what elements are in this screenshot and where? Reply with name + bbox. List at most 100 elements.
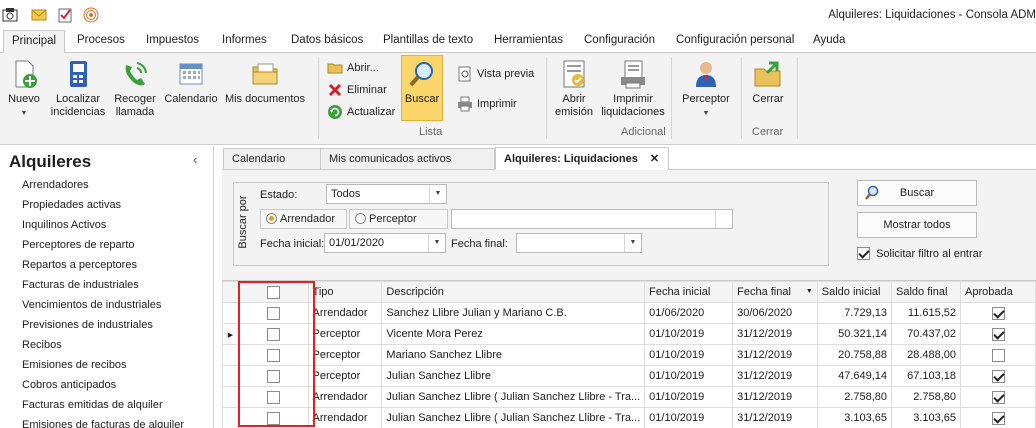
tab-datos-basicos[interactable]: Datos básicos	[291, 34, 363, 46]
aprobada-checkbox[interactable]	[991, 306, 1005, 320]
sidebar-item-propiedades-activas[interactable]: Propiedades activas	[22, 199, 121, 211]
mostrar-todos-button[interactable]: Mostrar todos	[857, 212, 977, 238]
fecha-final-input[interactable]: ▼	[516, 233, 642, 253]
checkbox-icon[interactable]	[266, 411, 280, 425]
imprimir-liquidaciones-button[interactable]: Imprimir liquidaciones	[600, 59, 666, 118]
radio-perceptor[interactable]: Perceptor	[349, 209, 448, 229]
solicitar-filtro-checkbox[interactable]: Solicitar filtro al entrar	[857, 247, 982, 260]
print-preview-icon	[457, 66, 473, 82]
fecha-inicial-input[interactable]: 01/01/2020 ▼	[324, 233, 446, 253]
sidebar-item-emisiones-de-facturas-de-alquiler[interactable]: Emisiones de facturas de alquiler	[22, 419, 184, 428]
sidebar-item-previsiones-de-industriales[interactable]: Previsiones de industriales	[22, 319, 153, 331]
tab-principal[interactable]: Principal	[3, 30, 66, 54]
aprobada-checkbox[interactable]	[991, 411, 1005, 425]
cell-descripcion: Julian Sanchez Llibre ( Julian Sanchez L…	[381, 407, 646, 428]
cell-tipo: Arrendador	[307, 407, 383, 428]
row-select-cell[interactable]	[237, 302, 309, 324]
actualizar-button[interactable]: Actualizar	[327, 104, 395, 120]
buscar-button[interactable]: Buscar	[857, 180, 977, 206]
tab-informes[interactable]: Informes	[222, 34, 267, 46]
vista-previa-button[interactable]: Vista previa	[457, 66, 534, 82]
column-header-aprobada[interactable]: Aprobada	[960, 281, 1036, 303]
tab-ayuda[interactable]: Ayuda	[813, 34, 845, 46]
aprobada-checkbox[interactable]	[991, 369, 1005, 383]
sidebar-item-arrendadores[interactable]: Arrendadores	[22, 179, 89, 191]
sidebar-item-cobros-anticipados[interactable]: Cobros anticipados	[22, 379, 116, 391]
column-header-fecha-final[interactable]: ▼ Fecha final	[732, 281, 818, 303]
abrir-emision-button[interactable]: Abrir emisión	[550, 59, 598, 118]
mis-documentos-button[interactable]: Mis documentos	[223, 59, 307, 106]
table-row[interactable]: Arrendador Sanchez Llibre Julian y Maria…	[222, 302, 1036, 324]
sidebar-item-repartos-a-perceptores[interactable]: Repartos a perceptores	[22, 259, 137, 271]
app-icon[interactable]	[2, 7, 18, 23]
close-tab-icon[interactable]: ✕	[650, 153, 659, 165]
eliminar-button[interactable]: Eliminar	[327, 82, 387, 98]
tab-configuracion[interactable]: Configuración	[584, 34, 655, 46]
localizar-incidencias-button[interactable]: Localizar incidencias	[48, 59, 108, 118]
tab-impuestos[interactable]: Impuestos	[146, 34, 199, 46]
sidebar-item-facturas-emitidas-de-alquiler[interactable]: Facturas emitidas de alquiler	[22, 399, 163, 411]
mis-documentos-label: Mis documentos	[224, 93, 306, 105]
checkbox-icon[interactable]	[266, 348, 280, 362]
tab-configuracion-personal[interactable]: Configuración personal	[676, 34, 794, 46]
checkbox-icon[interactable]	[266, 390, 280, 404]
tab-plantillas-de-texto[interactable]: Plantillas de texto	[383, 34, 473, 46]
imprimir-button[interactable]: Imprimir	[457, 96, 517, 112]
sidebar-item-recibos[interactable]: Recibos	[22, 339, 62, 351]
row-select-cell[interactable]	[237, 386, 309, 408]
broadcast-icon[interactable]	[83, 7, 99, 23]
sidebar-item-inquilinos-activos[interactable]: Inquilinos Activos	[22, 219, 106, 231]
dropdown-button[interactable]	[715, 210, 732, 228]
tab-herramientas[interactable]: Herramientas	[494, 34, 563, 46]
aprobada-checkbox[interactable]	[991, 327, 1005, 341]
table-row[interactable]: Perceptor Mariano Sanchez Llibre 01/10/2…	[222, 344, 1036, 366]
sidebar-item-vencimientos-de-industriales[interactable]: Vencimientos de industriales	[22, 299, 161, 311]
doc-tab-liquidaciones[interactable]: Alquileres: Liquidaciones ✕	[495, 147, 669, 170]
checkbox-icon[interactable]	[266, 306, 280, 320]
sidebar-item-perceptores-de-reparto[interactable]: Perceptores de reparto	[22, 239, 135, 251]
tab-procesos[interactable]: Procesos	[77, 34, 125, 46]
collapse-icon[interactable]: ‹	[193, 152, 197, 167]
calendario-button[interactable]: Calendario	[163, 59, 219, 106]
table-row[interactable]: Arrendador Julian Sanchez Llibre ( Julia…	[222, 386, 1036, 408]
table-row[interactable]: ▶ Perceptor Vicente Mora Perez 01/10/201…	[222, 323, 1036, 345]
estado-select[interactable]: Todos ▼	[326, 184, 447, 204]
checkbox-icon[interactable]	[266, 369, 280, 383]
select-all-header[interactable]	[237, 281, 309, 303]
row-select-cell[interactable]	[237, 407, 309, 428]
checkbox-icon[interactable]	[266, 327, 280, 341]
checkbox-icon[interactable]	[266, 285, 280, 299]
cell-saldo-final: 3.103,65	[891, 407, 962, 428]
row-select-cell[interactable]	[237, 344, 309, 366]
doc-tab-calendario[interactable]: Calendario	[223, 148, 321, 170]
perceptor-button[interactable]: Perceptor ▼	[679, 59, 733, 120]
radio-arrendador[interactable]: Arrendador	[260, 209, 347, 229]
ribbon-separator	[318, 57, 319, 139]
chevron-down-icon[interactable]: ▼	[428, 234, 445, 252]
cerrar-button[interactable]: Cerrar	[746, 59, 790, 106]
chevron-down-icon[interactable]: ▼	[429, 185, 446, 203]
abrir-button[interactable]: Abrir...	[327, 60, 379, 76]
column-header-fecha-inicial[interactable]: Fecha inicial	[644, 281, 734, 303]
chevron-down-icon[interactable]: ▼	[624, 234, 641, 252]
table-row[interactable]: Perceptor Julian Sanchez Llibre 01/10/20…	[222, 365, 1036, 387]
mail-icon[interactable]	[31, 7, 47, 23]
recoger-llamada-button[interactable]: Recoger llamada	[110, 59, 160, 118]
doc-tab-mis-comunicados[interactable]: Mis comunicados activos	[320, 148, 495, 170]
column-header-descripcion[interactable]: Descripción	[381, 281, 646, 303]
cell-fecha-inicial: 01/06/2020	[644, 302, 734, 324]
search-text-input[interactable]	[451, 209, 733, 229]
column-header-tipo[interactable]: Tipo	[307, 281, 383, 303]
column-header-saldo-inicial[interactable]: Saldo inicial	[816, 281, 893, 303]
row-select-cell[interactable]	[237, 365, 309, 387]
aprobada-checkbox[interactable]	[991, 348, 1005, 362]
sidebar-item-emisiones-de-recibos[interactable]: Emisiones de recibos	[22, 359, 127, 371]
tasks-icon[interactable]	[57, 7, 73, 23]
table-row[interactable]: Arrendador Julian Sanchez Llibre ( Julia…	[222, 407, 1036, 428]
buscar-ribbon-button[interactable]: Buscar	[401, 55, 443, 121]
row-select-cell[interactable]	[237, 323, 309, 345]
column-header-saldo-final[interactable]: Saldo final	[891, 281, 962, 303]
nuevo-button[interactable]: Nuevo ▼	[2, 59, 46, 120]
sidebar-item-facturas-de-industriales[interactable]: Facturas de industriales	[22, 279, 139, 291]
aprobada-checkbox[interactable]	[991, 390, 1005, 404]
